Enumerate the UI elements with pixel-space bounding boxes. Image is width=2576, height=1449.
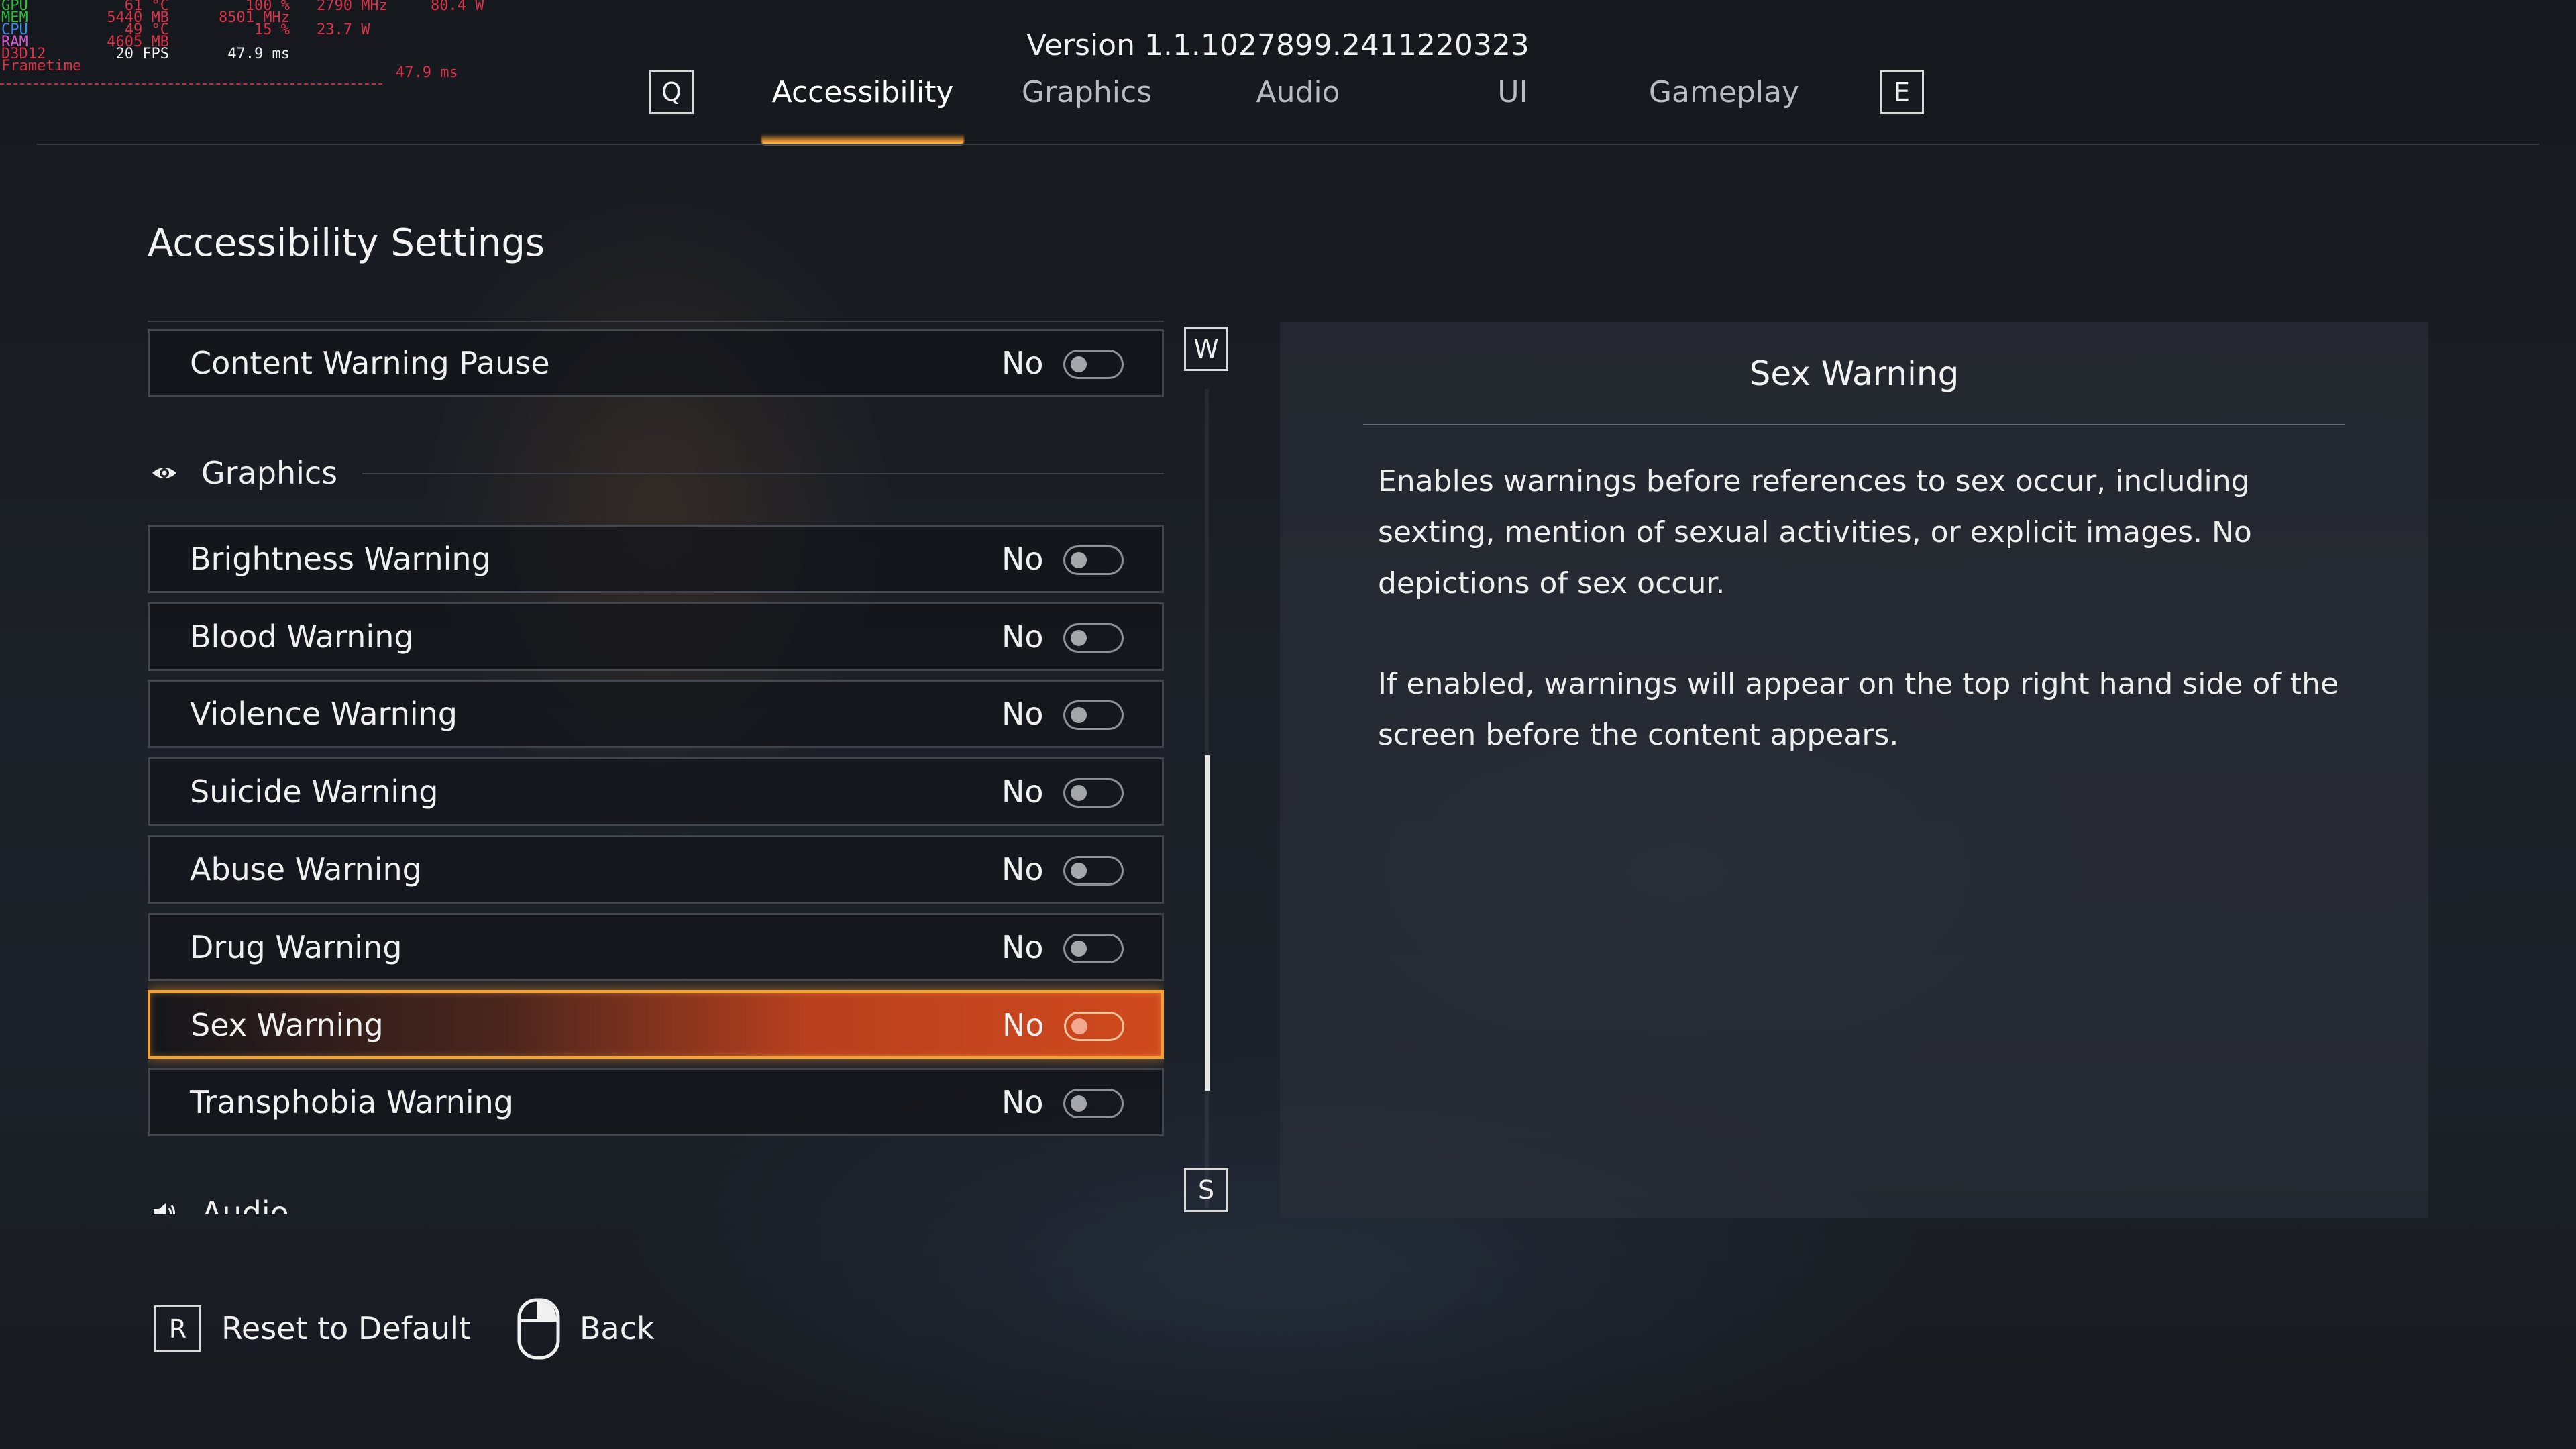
frametime-graph xyxy=(0,75,382,85)
setting-label: Blood Warning xyxy=(190,619,414,655)
setting-value: No xyxy=(1002,696,1044,732)
setting-value: No xyxy=(1002,851,1044,888)
toggle-switch[interactable] xyxy=(1063,623,1124,653)
toggle-knob xyxy=(1071,1018,1087,1034)
toggle-knob xyxy=(1071,1095,1087,1112)
toggle-switch[interactable] xyxy=(1064,1012,1124,1041)
setting-blood-warning[interactable]: Blood Warning No xyxy=(148,602,1164,671)
toggle-switch[interactable] xyxy=(1063,856,1124,885)
toggle-knob xyxy=(1071,356,1087,372)
settings-list[interactable]: Content Warning Pause No Graphics Bright… xyxy=(148,315,1164,1214)
toggle-switch[interactable] xyxy=(1063,700,1124,730)
next-tab-key[interactable]: E xyxy=(1880,70,1924,114)
section-title: Audio xyxy=(201,1195,289,1214)
mouse-right-click-icon xyxy=(517,1298,560,1360)
tab-gameplay[interactable]: Gameplay xyxy=(1623,75,1825,115)
setting-brightness-warning[interactable]: Brightness Warning No xyxy=(148,525,1164,593)
scroll-down-key[interactable]: S xyxy=(1184,1168,1228,1212)
setting-label: Sex Warning xyxy=(191,1007,384,1043)
section-title: Graphics xyxy=(201,455,338,491)
description-paragraph-1: Enables warnings before references to se… xyxy=(1378,464,2252,600)
setting-content-warning-pause[interactable]: Content Warning Pause No xyxy=(148,329,1164,397)
toggle-knob xyxy=(1071,863,1087,879)
version-label: Version 1.1.1027899.2411220323 xyxy=(1026,28,1529,62)
setting-label: Abuse Warning xyxy=(190,851,422,888)
toggle-switch[interactable] xyxy=(1063,350,1124,379)
tab-ui[interactable]: UI xyxy=(1436,75,1590,115)
section-divider xyxy=(362,473,1164,474)
prev-tab-key[interactable]: Q xyxy=(649,70,694,114)
toggle-knob xyxy=(1071,630,1087,646)
setting-label: Violence Warning xyxy=(190,696,458,732)
setting-value: No xyxy=(1002,1007,1044,1043)
setting-value: No xyxy=(1002,773,1044,810)
setting-value: No xyxy=(1002,929,1044,965)
eye-icon xyxy=(152,468,176,478)
setting-value: No xyxy=(1002,1084,1044,1120)
toggle-switch[interactable] xyxy=(1063,934,1124,963)
description-title: Sex Warning xyxy=(1749,354,1960,393)
description-panel: Sex Warning Enables warnings before refe… xyxy=(1280,322,2428,1218)
toggle-switch[interactable] xyxy=(1063,778,1124,808)
reset-key: R xyxy=(154,1305,201,1352)
reset-to-default-button[interactable]: R Reset to Default xyxy=(153,1295,475,1362)
setting-value: No xyxy=(1002,541,1044,577)
description-divider xyxy=(1363,424,2345,425)
setting-value: No xyxy=(1002,619,1044,655)
scrollbar-thumb[interactable] xyxy=(1205,755,1210,1091)
setting-label: Content Warning Pause xyxy=(190,345,550,381)
setting-sex-warning[interactable]: Sex Warning No xyxy=(148,990,1164,1059)
list-top-divider xyxy=(148,321,1164,322)
setting-label: Transphobia Warning xyxy=(190,1084,513,1120)
setting-label: Drug Warning xyxy=(190,929,402,965)
toggle-knob xyxy=(1071,707,1087,723)
header-divider xyxy=(37,144,2539,145)
section-header-graphics: Graphics xyxy=(148,446,1164,506)
tab-accessibility[interactable]: Accessibility xyxy=(761,75,964,115)
scroll-up-key[interactable]: W xyxy=(1184,327,1228,371)
setting-label: Suicide Warning xyxy=(190,773,439,810)
setting-value: No xyxy=(1002,345,1044,381)
speaker-icon xyxy=(154,1203,175,1214)
frametime-value: 47.9 ms xyxy=(396,64,458,81)
back-label: Back xyxy=(580,1310,655,1346)
toggle-switch[interactable] xyxy=(1063,1089,1124,1118)
setting-suicide-warning[interactable]: Suicide Warning No xyxy=(148,757,1164,826)
setting-label: Brightness Warning xyxy=(190,541,491,577)
toggle-knob xyxy=(1071,552,1087,568)
description-paragraph-2: If enabled, warnings will appear on the … xyxy=(1378,667,2339,752)
tab-graphics[interactable]: Graphics xyxy=(993,75,1181,115)
toggle-knob xyxy=(1071,941,1087,957)
page-title: Accessibility Settings xyxy=(148,221,545,265)
toggle-switch[interactable] xyxy=(1063,545,1124,575)
setting-violence-warning[interactable]: Violence Warning No xyxy=(148,680,1164,748)
back-button[interactable]: Back xyxy=(517,1295,678,1362)
setting-drug-warning[interactable]: Drug Warning No xyxy=(148,913,1164,981)
setting-abuse-warning[interactable]: Abuse Warning No xyxy=(148,835,1164,904)
setting-transphobia-warning[interactable]: Transphobia Warning No xyxy=(148,1068,1164,1136)
reset-label: Reset to Default xyxy=(221,1310,471,1346)
section-header-audio: Audio xyxy=(148,1186,1164,1214)
tab-audio[interactable]: Audio xyxy=(1221,75,1375,115)
toggle-knob xyxy=(1071,785,1087,801)
